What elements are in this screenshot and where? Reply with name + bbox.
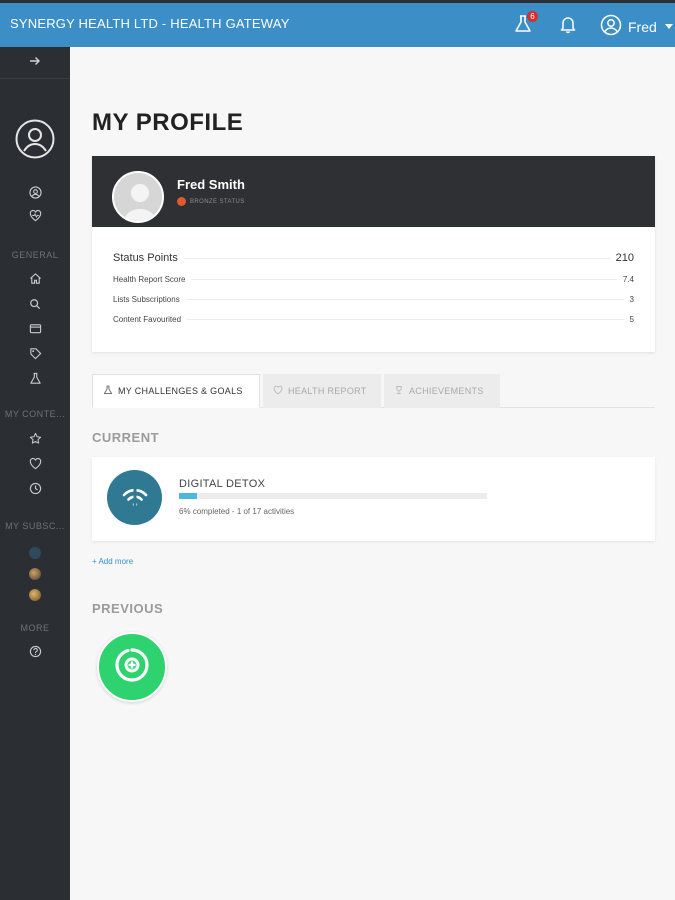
sidebar-item-starred[interactable] — [27, 432, 43, 450]
folder-icon — [29, 322, 42, 340]
trophy-icon — [394, 385, 404, 397]
stat-label: Status Points — [113, 252, 178, 264]
notification-count-badge: 6 — [527, 11, 538, 22]
stat-label: Lists Subscriptions — [113, 295, 180, 304]
challenge-activities: - 1 of 17 activities — [229, 507, 295, 516]
tab-label: ACHIEVEMENTS — [409, 386, 484, 396]
app-title: SYNERGY HEALTH LTD - HEALTH GATEWAY — [10, 16, 290, 31]
heart-pulse-icon — [29, 209, 42, 227]
sidebar-item-library[interactable] — [27, 323, 43, 339]
tab-health-report[interactable]: HEALTH REPORT — [263, 374, 381, 408]
profile-tabs: MY CHALLENGES & GOALS HEALTH REPORT ACHI… — [92, 374, 655, 408]
clock-icon — [29, 482, 42, 500]
target-plus-icon — [112, 645, 152, 690]
flask-icon — [29, 372, 42, 390]
stat-row-lists-subscriptions: Lists Subscriptions 3 — [113, 295, 634, 304]
tag-icon — [29, 347, 42, 365]
previous-challenge-badge[interactable] — [97, 632, 167, 702]
stat-label: Content Favourited — [113, 315, 182, 324]
heart-pulse-icon — [273, 385, 283, 397]
stat-divider — [191, 279, 617, 280]
user-icon — [15, 119, 55, 163]
tab-label: HEALTH REPORT — [288, 386, 367, 396]
current-section-title: CURRENT — [92, 430, 160, 445]
status-badge: BRONZE STATUS — [177, 197, 245, 206]
stat-value: 210 — [615, 252, 634, 264]
challenges-button[interactable]: 6 — [510, 11, 538, 39]
sidebar-item-offers[interactable] — [27, 348, 43, 364]
stat-divider — [185, 299, 624, 300]
tab-achievements[interactable]: ACHIEVEMENTS — [384, 374, 500, 408]
user-menu[interactable]: Fred — [600, 14, 673, 39]
flask-icon — [103, 385, 113, 397]
challenge-percent: 6% completed — [179, 507, 230, 516]
previous-section-title: PREVIOUS — [92, 601, 164, 616]
heart-icon — [29, 457, 42, 475]
stat-value: 5 — [629, 315, 634, 324]
wifi-off-icon — [107, 470, 162, 525]
sidebar-expand-button[interactable] — [0, 47, 70, 79]
notifications-button[interactable] — [555, 13, 581, 39]
bronze-medal-icon — [177, 197, 186, 206]
stat-divider — [187, 319, 624, 320]
tab-my-challenges-goals[interactable]: MY CHALLENGES & GOALS — [92, 374, 260, 408]
sidebar: GENERAL MY CONTE... MY SUBSC... MORE — [0, 47, 70, 900]
bell-icon — [558, 14, 578, 39]
sidebar-heading-more: MORE — [20, 623, 50, 633]
arrow-right-icon — [29, 54, 41, 72]
tab-label: MY CHALLENGES & GOALS — [118, 386, 243, 396]
user-avatar-icon — [600, 14, 622, 39]
profile-name: Fred Smith — [177, 177, 245, 192]
sidebar-heading-my-subscriptions: MY SUBSC... — [5, 521, 65, 531]
stat-value: 7.4 — [622, 275, 634, 284]
star-icon — [29, 432, 42, 450]
page-title: MY PROFILE — [92, 109, 244, 136]
challenge-name: DIGITAL DETOX — [179, 478, 266, 490]
user-circle-icon — [28, 186, 42, 204]
subscription-thumbnail[interactable] — [29, 589, 41, 601]
chevron-down-icon — [664, 24, 673, 29]
subscription-thumbnail[interactable] — [29, 547, 41, 559]
home-icon — [29, 272, 42, 290]
stat-divider — [183, 257, 610, 259]
user-name: Fred — [628, 18, 657, 35]
sidebar-item-help[interactable] — [27, 645, 43, 663]
main-content: MY PROFILE Fred Smith BRONZE STATUS Stat… — [70, 47, 675, 900]
profile-avatar[interactable] — [112, 171, 164, 223]
challenge-progress-text: 6% completed - 1 of 17 activities — [179, 507, 294, 516]
top-bar: SYNERGY HEALTH LTD - HEALTH GATEWAY 6 Fr… — [0, 0, 675, 47]
sidebar-item-search[interactable] — [27, 298, 43, 314]
challenge-card[interactable]: DIGITAL DETOX 6% completed - 1 of 17 act… — [92, 457, 655, 541]
sidebar-item-favourites[interactable] — [27, 457, 43, 475]
stat-value: 3 — [629, 295, 634, 304]
search-icon — [29, 297, 41, 315]
sidebar-item-health[interactable] — [27, 209, 43, 227]
sidebar-item-profile[interactable] — [27, 186, 43, 204]
add-more-link[interactable]: + Add more — [92, 557, 133, 566]
challenge-progress-bar — [179, 493, 487, 499]
sidebar-profile-avatar[interactable] — [15, 119, 55, 164]
sidebar-item-home[interactable] — [27, 273, 43, 289]
stat-label: Health Report Score — [113, 275, 186, 284]
profile-header: Fred Smith BRONZE STATUS — [92, 156, 655, 227]
help-icon — [29, 645, 42, 663]
stat-row-status-points: Status Points 210 — [113, 252, 634, 264]
sidebar-item-history[interactable] — [27, 482, 43, 500]
stat-row-content-favourited: Content Favourited 5 — [113, 315, 634, 324]
sidebar-item-challenges[interactable] — [27, 372, 43, 390]
stat-row-health-report-score: Health Report Score 7.4 — [113, 275, 634, 284]
status-label: BRONZE STATUS — [190, 198, 245, 205]
sidebar-heading-general: GENERAL — [11, 250, 59, 260]
subscription-thumbnail[interactable] — [29, 568, 41, 580]
sidebar-heading-my-content: MY CONTE... — [4, 409, 66, 419]
profile-card: Fred Smith BRONZE STATUS Status Points 2… — [92, 156, 655, 352]
challenge-progress-fill — [179, 493, 198, 499]
